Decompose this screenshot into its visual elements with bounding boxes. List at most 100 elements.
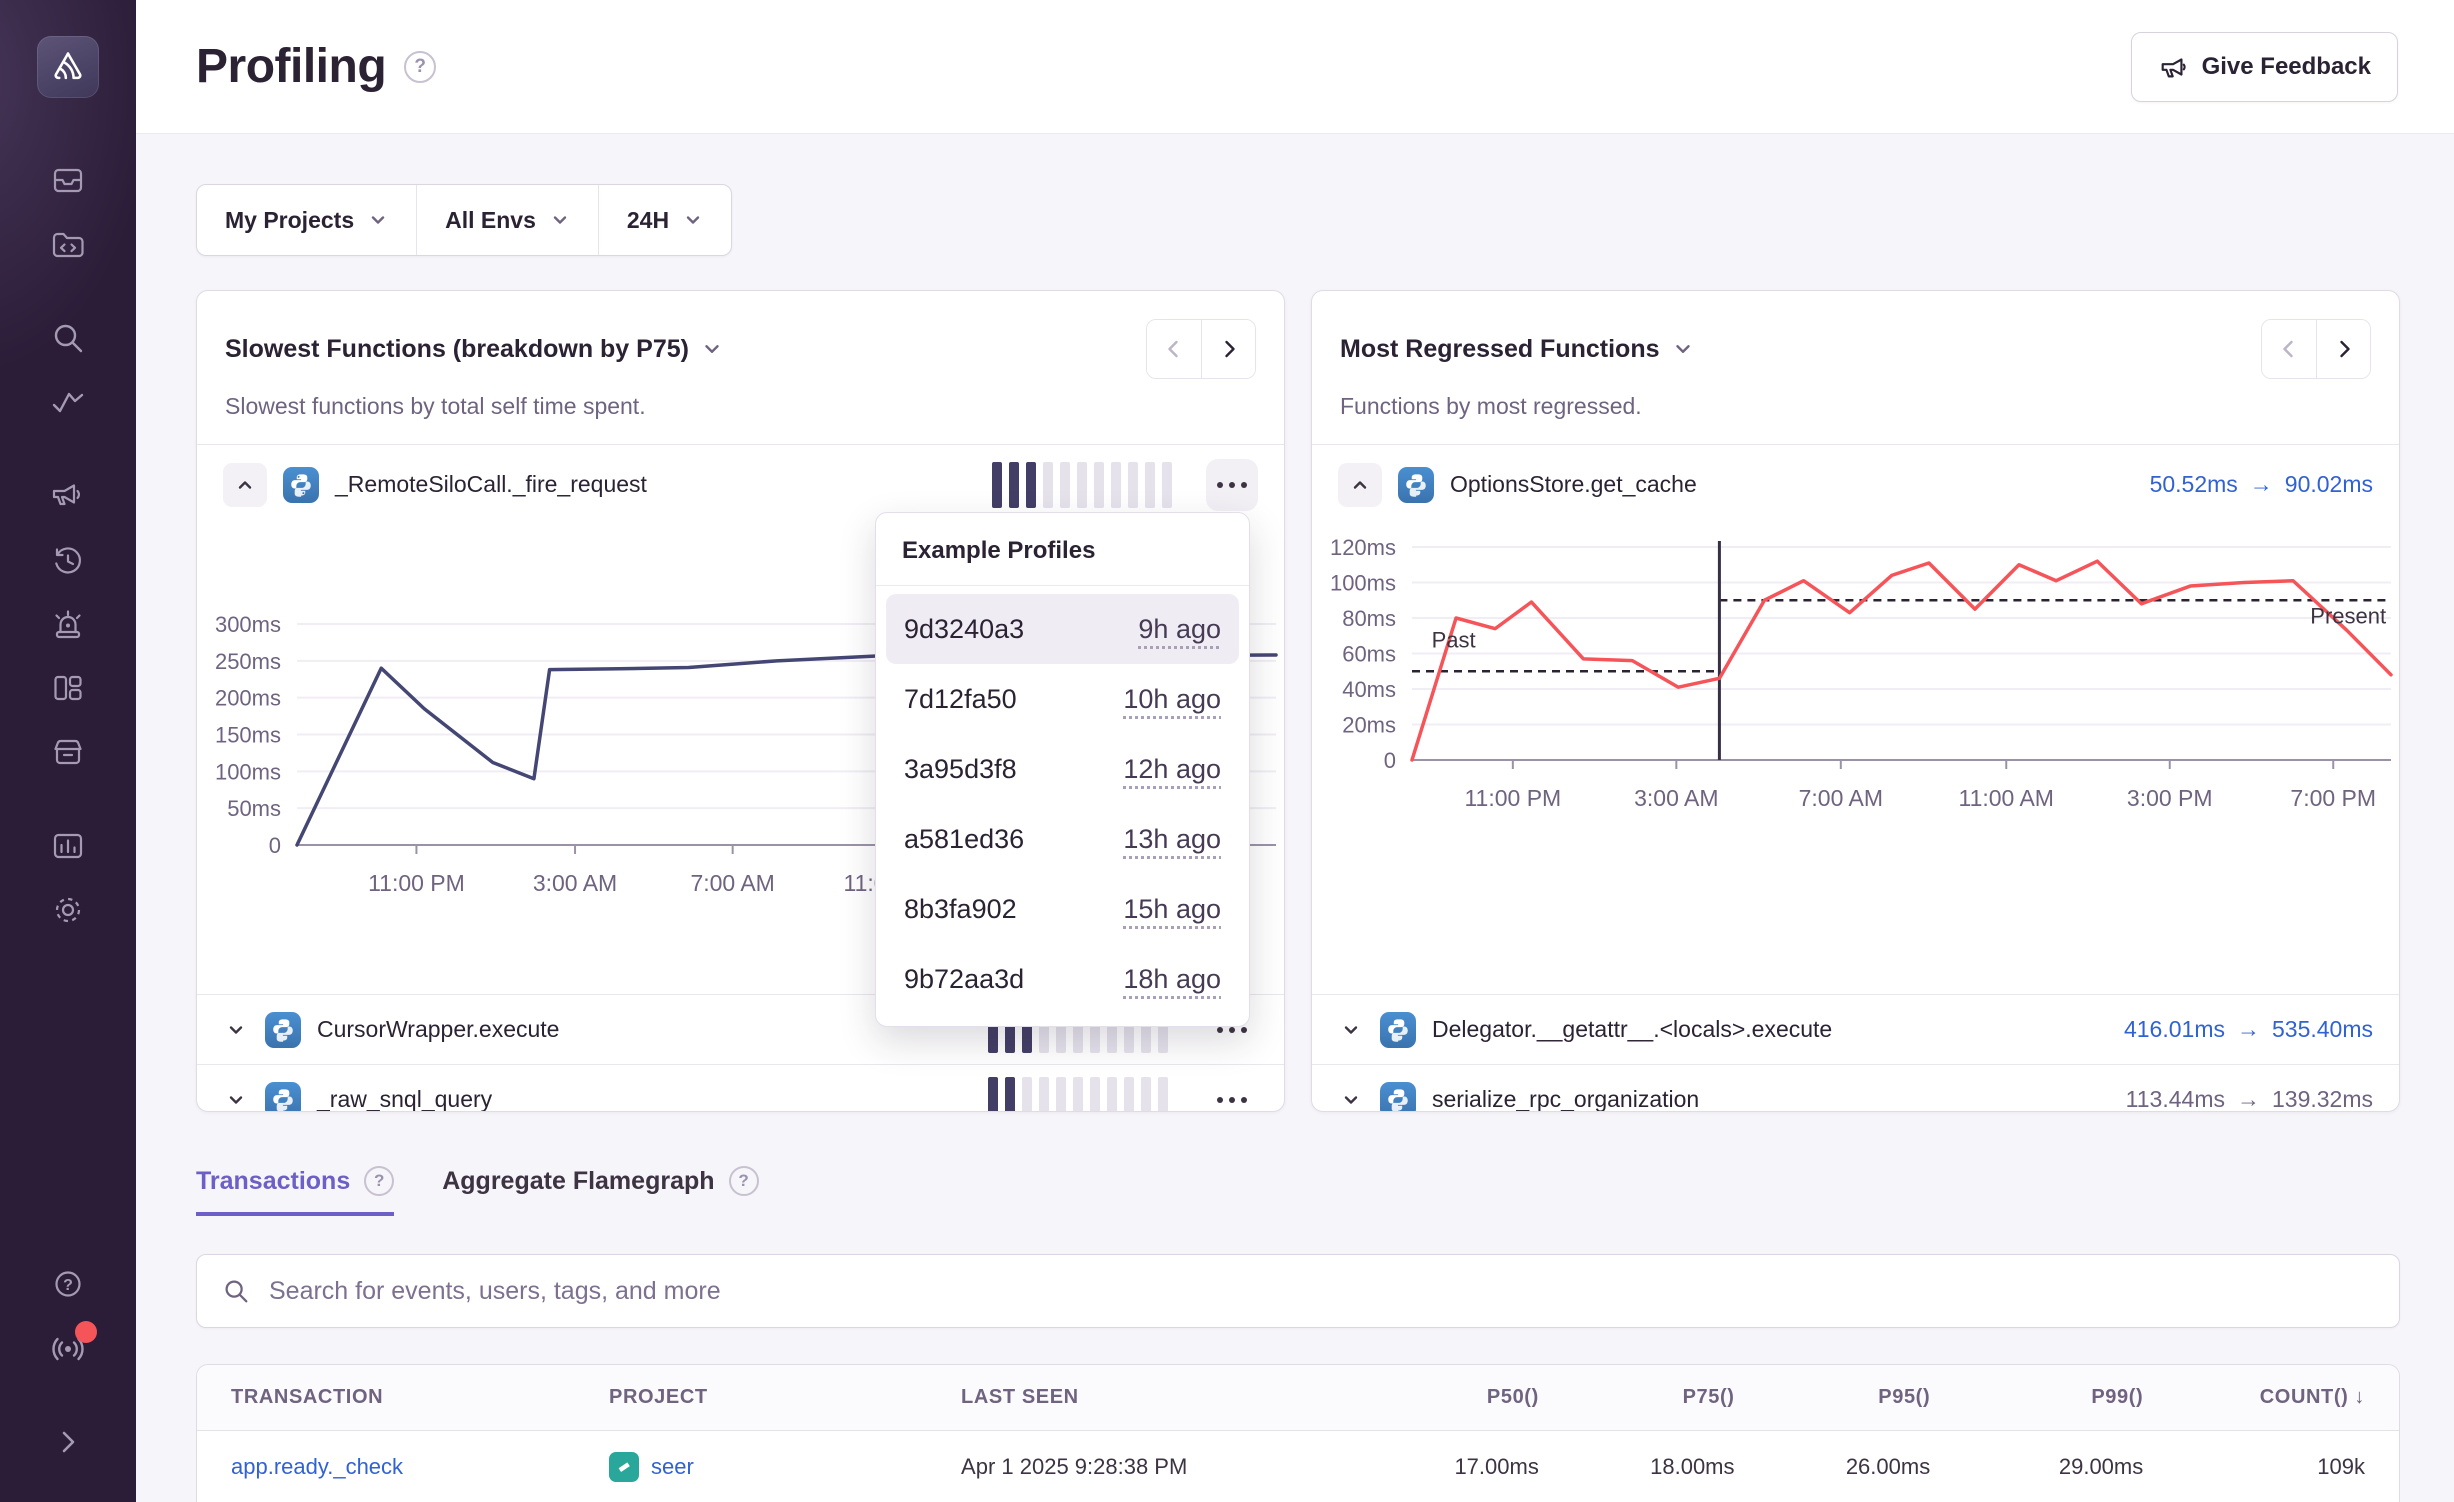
- column-p99[interactable]: P99(): [1952, 1386, 2143, 1409]
- project-cell[interactable]: seer: [609, 1452, 939, 1482]
- profile-id-link[interactable]: a581ed36: [904, 824, 1024, 855]
- profile-list-item[interactable]: 3a95d3f8 12h ago: [886, 734, 1239, 804]
- environment-filter-dropdown[interactable]: All Envs: [417, 185, 599, 255]
- sidebar-item-explore[interactable]: [47, 317, 89, 359]
- slowest-functions-title[interactable]: Slowest Functions (breakdown by P75): [225, 335, 689, 364]
- expand-row-button[interactable]: [1338, 1020, 1364, 1040]
- profile-age-link[interactable]: 12h ago: [1123, 754, 1221, 785]
- page-header: Profiling ? Give Feedback: [136, 0, 2454, 134]
- seer-project-icon: [609, 1452, 639, 1482]
- overflow-menu-button[interactable]: [1206, 459, 1258, 511]
- function-name[interactable]: OptionsStore.get_cache: [1450, 471, 1697, 498]
- function-row: Delegator.__getattr__.<locals>.execute 4…: [1312, 994, 2399, 1064]
- sidebar-item-alerts[interactable]: [47, 603, 89, 645]
- last-seen-cell: Apr 1 2025 9:28:38 PM: [961, 1454, 1343, 1480]
- profile-age-link[interactable]: 18h ago: [1123, 964, 1221, 995]
- regression-range[interactable]: 113.44ms → 139.32ms: [2126, 1086, 2373, 1112]
- column-transaction[interactable]: TRANSACTION: [231, 1386, 587, 1409]
- after-value[interactable]: 535.40ms: [2272, 1016, 2373, 1043]
- tab-help-icon[interactable]: ?: [729, 1166, 759, 1196]
- search-bar[interactable]: [196, 1254, 2400, 1328]
- svg-text:200ms: 200ms: [215, 686, 281, 711]
- sidebar-item-settings[interactable]: [47, 889, 89, 931]
- carousel-next-button[interactable]: [1201, 320, 1255, 378]
- transaction-link[interactable]: app.ready._check: [231, 1454, 587, 1480]
- regression-range[interactable]: 50.52ms → 90.02ms: [2150, 471, 2373, 498]
- python-platform-icon: [265, 1012, 301, 1048]
- carousel-next-button[interactable]: [2316, 320, 2370, 378]
- time-range-dropdown[interactable]: 24H: [599, 185, 731, 255]
- profile-list-item[interactable]: 9b72aa3d 18h ago: [886, 944, 1239, 1014]
- column-last-seen[interactable]: LAST SEEN: [961, 1386, 1343, 1409]
- column-p95[interactable]: P95(): [1757, 1386, 1931, 1409]
- sidebar-item-stats[interactable]: [47, 825, 89, 867]
- function-name[interactable]: CursorWrapper.execute: [317, 1016, 559, 1043]
- profile-list-item[interactable]: 9d3240a3 9h ago: [886, 594, 1239, 664]
- profile-age-link[interactable]: 15h ago: [1123, 894, 1221, 925]
- profiling-page: ? Profiling ?: [0, 0, 2454, 1502]
- sidebar-item-issues[interactable]: [47, 159, 89, 201]
- project-filter-dropdown[interactable]: My Projects: [197, 185, 417, 255]
- most-regressed-title[interactable]: Most Regressed Functions: [1340, 335, 1660, 364]
- tab-help-icon[interactable]: ?: [364, 1166, 394, 1196]
- sidebar-item-dashboards[interactable]: [47, 667, 89, 709]
- expand-row-button[interactable]: [223, 1020, 249, 1040]
- profile-list-item[interactable]: 7d12fa50 10h ago: [886, 664, 1239, 734]
- profile-id-link[interactable]: 3a95d3f8: [904, 754, 1017, 785]
- function-name[interactable]: _raw_snql_query: [317, 1086, 492, 1112]
- sort-desc-icon: ↓: [2354, 1386, 2365, 1409]
- collapse-row-button[interactable]: [223, 463, 267, 507]
- search-input[interactable]: [269, 1277, 2375, 1306]
- sidebar-item-projects[interactable]: [47, 223, 89, 265]
- before-value[interactable]: 416.01ms: [2124, 1016, 2225, 1043]
- profile-list-item[interactable]: a581ed36 13h ago: [886, 804, 1239, 874]
- column-p50[interactable]: P50(): [1365, 1386, 1539, 1409]
- carousel-prev-button[interactable]: [1147, 320, 1201, 378]
- tab-aggregate-flamegraph[interactable]: Aggregate Flamegraph ?: [442, 1166, 758, 1216]
- function-name[interactable]: _RemoteSiloCall._fire_request: [335, 471, 647, 498]
- sidebar-item-feedback[interactable]: [47, 475, 89, 517]
- profile-id-link[interactable]: 9d3240a3: [904, 614, 1024, 645]
- column-project[interactable]: PROJECT: [609, 1386, 939, 1409]
- sidebar-item-releases[interactable]: [47, 731, 89, 773]
- profile-age-link[interactable]: 9h ago: [1138, 614, 1221, 645]
- chevron-down-icon[interactable]: [701, 338, 723, 360]
- expand-row-button[interactable]: [223, 1090, 249, 1110]
- column-count[interactable]: COUNT() ↓: [2165, 1386, 2365, 1409]
- expand-row-button[interactable]: [1338, 1090, 1364, 1110]
- column-p75[interactable]: P75(): [1561, 1386, 1735, 1409]
- carousel-prev-button[interactable]: [2262, 320, 2316, 378]
- before-value[interactable]: 113.44ms: [2126, 1086, 2225, 1112]
- function-name[interactable]: Delegator.__getattr__.<locals>.execute: [1432, 1016, 1832, 1043]
- profile-id-link[interactable]: 8b3fa902: [904, 894, 1017, 925]
- megaphone-icon: [48, 476, 88, 516]
- profile-id-link[interactable]: 7d12fa50: [904, 684, 1017, 715]
- profile-id-link[interactable]: 9b72aa3d: [904, 964, 1024, 995]
- sidebar-item-replays[interactable]: [47, 539, 89, 581]
- overflow-menu-button[interactable]: [1206, 1074, 1258, 1113]
- chevron-down-icon[interactable]: [1672, 338, 1694, 360]
- sidebar-item-performance[interactable]: [47, 381, 89, 423]
- page-help-icon[interactable]: ?: [404, 51, 436, 83]
- table-row[interactable]: app.ready._check seer Apr 1 2025 9:28:38…: [197, 1431, 2399, 1502]
- project-name[interactable]: seer: [651, 1454, 694, 1480]
- svg-text:100ms: 100ms: [1330, 571, 1396, 596]
- search-icon: [48, 318, 88, 358]
- after-value[interactable]: 90.02ms: [2285, 471, 2373, 498]
- regression-range[interactable]: 416.01ms → 535.40ms: [2124, 1016, 2373, 1043]
- collapse-row-button[interactable]: [1338, 463, 1382, 507]
- profile-age-link[interactable]: 13h ago: [1123, 824, 1221, 855]
- sentry-logo[interactable]: [37, 36, 99, 98]
- tab-transactions[interactable]: Transactions ?: [196, 1166, 394, 1216]
- give-feedback-button[interactable]: Give Feedback: [2131, 32, 2398, 102]
- after-value[interactable]: 139.32ms: [2272, 1086, 2373, 1112]
- before-value[interactable]: 50.52ms: [2150, 471, 2238, 498]
- issues-icon: [48, 160, 88, 200]
- sidebar-collapse-button[interactable]: [47, 1421, 89, 1463]
- function-name[interactable]: serialize_rpc_organization: [1432, 1086, 1699, 1112]
- sidebar-item-help[interactable]: ?: [47, 1263, 89, 1305]
- svg-text:60ms: 60ms: [1342, 642, 1396, 667]
- sidebar-item-whats-new[interactable]: [47, 1327, 89, 1369]
- profile-age-link[interactable]: 10h ago: [1123, 684, 1221, 715]
- profile-list-item[interactable]: 8b3fa902 15h ago: [886, 874, 1239, 944]
